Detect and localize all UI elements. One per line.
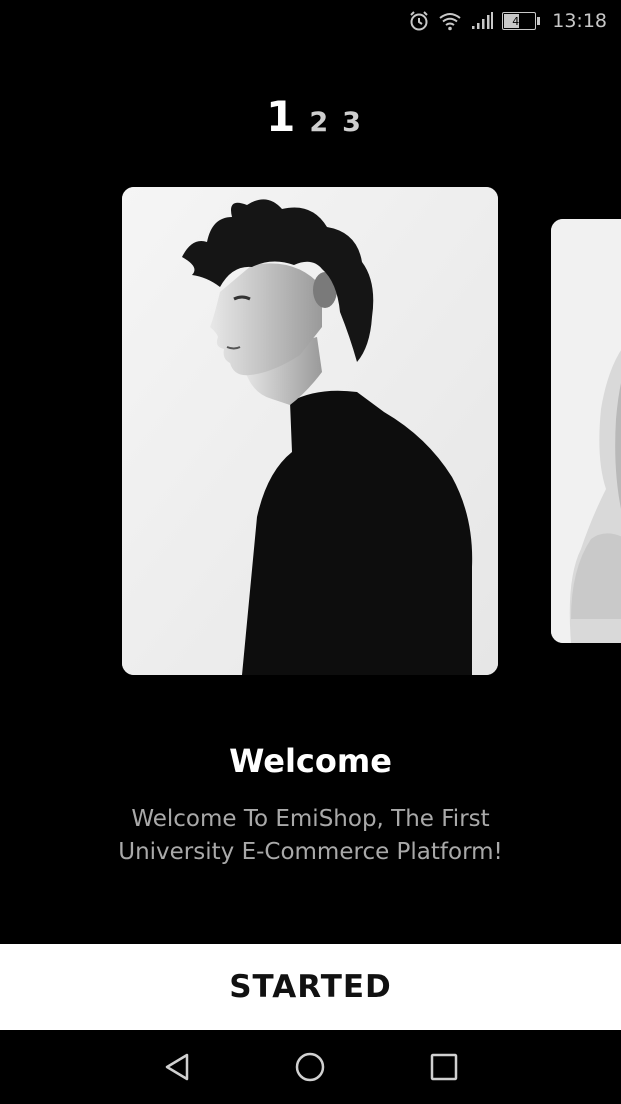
status-bar: 48 13:18 — [0, 0, 621, 44]
system-nav-bar — [0, 1030, 621, 1104]
onboarding-title: Welcome — [229, 742, 392, 780]
recents-icon[interactable] — [414, 1037, 474, 1097]
started-button[interactable]: STARTED — [0, 944, 621, 1030]
page-indicator-2[interactable]: 2 — [309, 107, 328, 138]
back-icon[interactable] — [147, 1037, 207, 1097]
man-portrait-image — [122, 187, 498, 675]
page-indicator-3[interactable]: 3 — [342, 107, 361, 138]
onboarding-card-next[interactable] — [551, 219, 621, 643]
page-indicator: 1 2 3 — [0, 92, 621, 141]
signal-icon — [470, 11, 494, 31]
page-indicator-1[interactable]: 1 — [266, 92, 295, 141]
battery-level: 48 — [512, 14, 527, 28]
onboarding-description: Welcome To EmiShop, The First University… — [118, 806, 503, 865]
home-icon[interactable] — [280, 1037, 340, 1097]
battery-icon: 48 — [502, 12, 541, 30]
wifi-icon — [438, 11, 462, 31]
woman-portrait-image — [551, 219, 621, 643]
alarm-icon — [408, 10, 430, 32]
onboarding-card-current[interactable] — [122, 187, 498, 675]
started-button-label: STARTED — [229, 969, 392, 1005]
status-icons: 48 13:18 — [408, 8, 607, 34]
status-time: 13:18 — [552, 10, 607, 32]
